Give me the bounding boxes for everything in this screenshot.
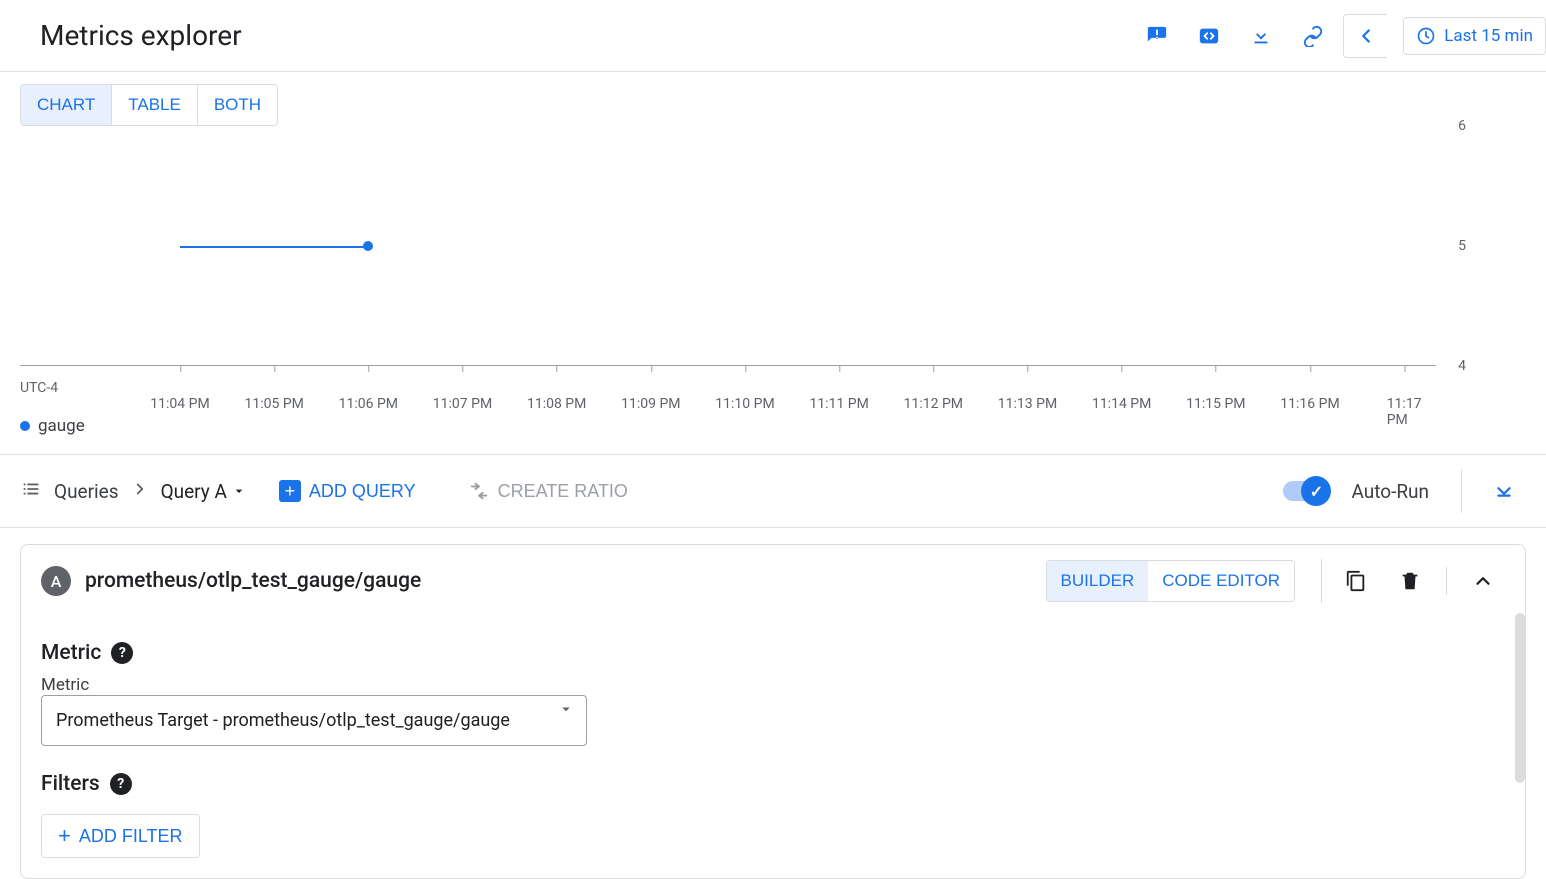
query-panel: A prometheus/otlp_test_gauge/gauge BUILD…: [20, 544, 1526, 879]
help-icon[interactable]: ?: [110, 773, 132, 795]
legend-item: gauge: [38, 416, 85, 436]
caret-down-icon: [231, 483, 247, 499]
mode-builder[interactable]: BUILDER: [1047, 561, 1149, 601]
metric-label-text: Metric: [41, 641, 101, 665]
x-tick: 11:10 PM: [715, 396, 774, 412]
plus-box-icon: +: [279, 480, 301, 502]
x-tick: 11:14 PM: [1092, 396, 1151, 412]
mode-code-editor[interactable]: CODE EDITOR: [1148, 561, 1294, 601]
legend-dot-icon: [20, 421, 30, 431]
tab-table[interactable]: TABLE: [112, 85, 198, 125]
query-panel-body: Metric ? Metric Prometheus Target - prom…: [21, 617, 1525, 878]
create-ratio-button[interactable]: CREATE RATIO: [468, 480, 628, 502]
x-tick: 11:15 PM: [1186, 396, 1245, 412]
plus-icon: +: [58, 825, 71, 847]
ratio-icon: [468, 480, 490, 502]
help-icon[interactable]: ?: [111, 642, 133, 664]
y-axis: 6 5 4: [1446, 126, 1526, 366]
x-tick: 11:08 PM: [527, 396, 586, 412]
add-query-label: ADD QUERY: [309, 481, 416, 502]
x-tick: 11:11 PM: [809, 396, 868, 412]
y-tick: 5: [1458, 238, 1466, 254]
clock-icon: [1416, 26, 1436, 46]
delete-query-button[interactable]: [1388, 559, 1432, 603]
query-bar: Queries Query A + ADD QUERY CREATE RATIO…: [0, 454, 1546, 528]
prev-time-button[interactable]: [1343, 14, 1387, 58]
query-selector[interactable]: Query A: [161, 480, 247, 503]
filters-label-text: Filters: [41, 772, 100, 796]
query-name-label: Query A: [161, 480, 227, 503]
time-range-label: Last 15 min: [1444, 26, 1533, 46]
panel-scrollbar[interactable]: [1515, 613, 1525, 783]
x-tick: 11:16 PM: [1280, 396, 1339, 412]
chart-series-line: [180, 246, 368, 248]
separator: [1446, 567, 1447, 595]
add-query-button[interactable]: + ADD QUERY: [279, 480, 416, 502]
metric-field-legend: Metric: [41, 675, 587, 695]
page-title: Metrics explorer: [40, 19, 242, 52]
header-actions: Last 15 min: [1135, 14, 1546, 58]
query-panel-header: A prometheus/otlp_test_gauge/gauge BUILD…: [21, 545, 1525, 617]
chevron-right-icon: [131, 480, 149, 502]
editor-mode-toggle: BUILDER CODE EDITOR: [1046, 560, 1295, 602]
code-icon[interactable]: [1187, 14, 1231, 58]
x-tick: 11:09 PM: [621, 396, 680, 412]
y-tick: 6: [1458, 118, 1466, 134]
link-icon[interactable]: [1291, 14, 1335, 58]
x-tick: 11:17 PM: [1387, 396, 1422, 428]
queries-label: Queries: [54, 480, 119, 503]
collapse-panel-button[interactable]: [1461, 559, 1505, 603]
x-tick: 11:06 PM: [339, 396, 398, 412]
auto-run-label: Auto-Run: [1351, 480, 1429, 503]
add-filter-label: ADD FILTER: [79, 826, 183, 847]
x-tick: 11:12 PM: [904, 396, 963, 412]
x-tick: 11:04 PM: [150, 396, 209, 412]
header: Metrics explorer Last 15 min: [0, 0, 1546, 72]
caret-down-icon: [557, 700, 575, 722]
time-range-picker[interactable]: Last 15 min: [1403, 17, 1546, 55]
query-badge: A: [41, 566, 71, 596]
view-tabs: CHART TABLE BOTH: [20, 84, 278, 126]
list-icon: [20, 478, 42, 504]
chart-legend: gauge: [20, 416, 1546, 436]
metric-path: prometheus/otlp_test_gauge/gauge: [85, 569, 1032, 593]
download-icon[interactable]: [1239, 14, 1283, 58]
metric-section-label: Metric ?: [41, 641, 1505, 665]
collapse-all-button[interactable]: [1482, 469, 1526, 513]
chart: 6 5 4 UTC-4 11:04 PM 11:05 PM 11:06 PM 1…: [20, 126, 1526, 416]
tab-both[interactable]: BOTH: [198, 85, 277, 125]
feedback-icon[interactable]: [1135, 14, 1179, 58]
x-tick: 11:05 PM: [244, 396, 303, 412]
y-tick: 4: [1458, 358, 1466, 374]
x-tick: 11:13 PM: [998, 396, 1057, 412]
auto-run-toggle[interactable]: [1283, 481, 1327, 501]
filters-section-label: Filters ?: [41, 772, 1505, 796]
timezone-label: UTC-4: [20, 380, 58, 396]
chart-plot-area[interactable]: [20, 126, 1436, 366]
create-ratio-label: CREATE RATIO: [498, 481, 628, 502]
chart-data-point: [363, 241, 373, 251]
metric-field[interactable]: Metric Prometheus Target - prometheus/ot…: [41, 675, 587, 746]
copy-query-button[interactable]: [1334, 559, 1378, 603]
add-filter-button[interactable]: + ADD FILTER: [41, 814, 200, 858]
tab-chart[interactable]: CHART: [21, 85, 112, 125]
metric-select[interactable]: Prometheus Target - prometheus/otlp_test…: [41, 695, 587, 746]
x-tick: 11:07 PM: [433, 396, 492, 412]
